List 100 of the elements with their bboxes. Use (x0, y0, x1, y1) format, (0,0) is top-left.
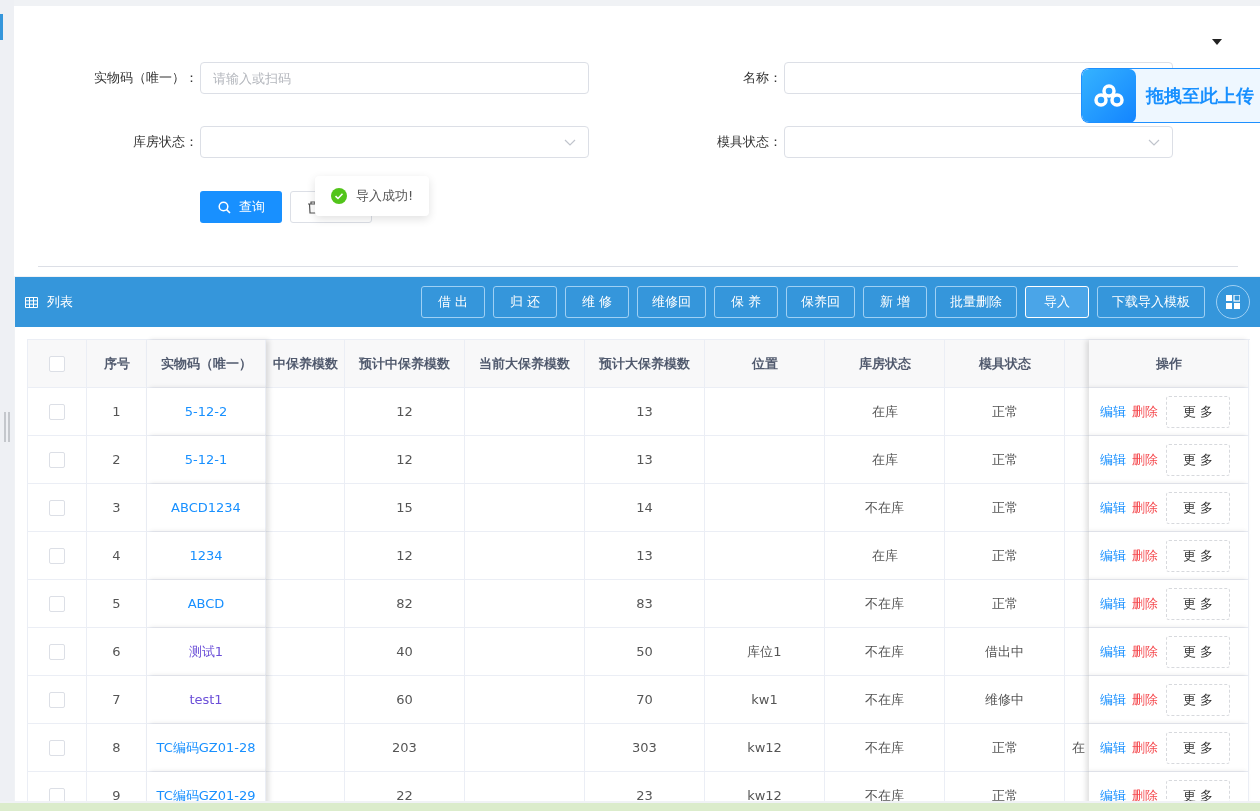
row-checkbox[interactable] (49, 547, 65, 564)
code-link[interactable]: TC编码GZ01-28 (156, 738, 256, 757)
code-link[interactable]: 5-12-1 (184, 452, 228, 467)
table-cell: 不在库 (825, 724, 945, 772)
delete-link[interactable]: 删除 (1132, 690, 1158, 709)
row-checkbox[interactable] (49, 595, 65, 612)
code-link[interactable]: 1234 (189, 548, 223, 563)
input-field[interactable]: 请输入或扫码 (200, 62, 589, 94)
delete-link[interactable]: 删除 (1132, 546, 1158, 565)
toolbar-button[interactable]: 维 修 (565, 286, 629, 318)
layout-button[interactable] (1216, 285, 1250, 319)
toolbar-button[interactable]: 保 养 (714, 286, 778, 318)
toolbar-button[interactable]: 导入 (1025, 286, 1089, 318)
table-cell: 不在库 (825, 580, 945, 628)
select-field[interactable] (784, 126, 1173, 158)
edit-link[interactable]: 编辑 (1100, 450, 1126, 469)
edit-link[interactable]: 编辑 (1100, 498, 1126, 517)
delete-link[interactable]: 删除 (1132, 738, 1158, 757)
table-cell: 13 (585, 532, 705, 580)
edit-link[interactable]: 编辑 (1100, 594, 1126, 613)
edit-link[interactable]: 编辑 (1100, 402, 1126, 421)
table-cell: 15 (345, 484, 465, 532)
grid-icon (1226, 295, 1240, 309)
table-cell: 1 (87, 388, 147, 436)
delete-link[interactable]: 删除 (1132, 594, 1158, 613)
more-button[interactable]: 更 多 (1166, 539, 1230, 572)
more-button[interactable]: 更 多 (1166, 731, 1230, 764)
table-cell: 正常 (945, 580, 1065, 628)
field-label: 模具状态： (716, 133, 783, 151)
edit-link[interactable]: 编辑 (1100, 546, 1126, 565)
table-cell: 60 (345, 676, 465, 724)
row-checkbox[interactable] (49, 451, 65, 468)
more-button[interactable]: 更 多 (1166, 635, 1230, 668)
table-cell: 2 (87, 436, 147, 484)
code-link[interactable]: test1 (189, 692, 223, 707)
table-cell: 4 (87, 532, 147, 580)
more-button[interactable]: 更 多 (1166, 491, 1230, 524)
delete-link[interactable]: 删除 (1132, 402, 1158, 421)
row-checkbox[interactable] (49, 691, 65, 708)
row-checkbox[interactable] (49, 403, 65, 420)
table-cell: 303 (585, 724, 705, 772)
table-cell: 7 (87, 676, 147, 724)
code-link[interactable]: ABCD (187, 596, 225, 611)
more-button[interactable]: 更 多 (1166, 683, 1230, 716)
column-header: 实物码（唯一） (147, 340, 266, 388)
sidebar-tab[interactable] (0, 14, 3, 40)
delete-link[interactable]: 删除 (1132, 786, 1158, 801)
column-header: 位置 (705, 340, 825, 388)
toolbar-button[interactable]: 归 还 (493, 286, 557, 318)
table-cell: 正常 (945, 532, 1065, 580)
select-field[interactable] (200, 126, 589, 158)
table-cell: 在库 (825, 388, 945, 436)
dropdown-caret-icon[interactable] (1212, 39, 1222, 45)
select-all-checkbox[interactable] (49, 355, 65, 372)
toolbar-button[interactable]: 下载导入模板 (1097, 286, 1205, 318)
table-cell: 83 (585, 580, 705, 628)
table-cell: 维修中 (945, 676, 1065, 724)
upload-dialog[interactable]: 拖拽至此上传 (1081, 68, 1260, 123)
toolbar-button[interactable]: 借 出 (421, 286, 485, 318)
more-button[interactable]: 更 多 (1166, 395, 1230, 428)
field-label: 名称： (742, 69, 783, 87)
more-button[interactable]: 更 多 (1166, 587, 1230, 620)
toolbar-button[interactable]: 批量删除 (935, 286, 1017, 318)
toolbar-button[interactable]: 保养回 (786, 286, 855, 318)
table-cell: 正常 (945, 436, 1065, 484)
row-checkbox[interactable] (49, 499, 65, 516)
table-cell: 3 (87, 484, 147, 532)
chevron-down-icon (1148, 138, 1160, 146)
code-link[interactable]: ABCD1234 (171, 500, 241, 515)
edit-link[interactable]: 编辑 (1100, 786, 1126, 801)
table-cell: 82 (345, 580, 465, 628)
code-link[interactable]: 测试1 (188, 642, 224, 661)
delete-link[interactable]: 删除 (1132, 498, 1158, 517)
table-cell: 12 (345, 436, 465, 484)
column-header: 当前大保养模数 (465, 340, 585, 388)
edit-link[interactable]: 编辑 (1100, 690, 1126, 709)
import-success-toast: 导入成功! (315, 176, 430, 216)
table-cell: 13 (585, 388, 705, 436)
row-checkbox[interactable] (49, 643, 65, 660)
edit-link[interactable]: 编辑 (1100, 738, 1126, 757)
table-cell: 8 (87, 724, 147, 772)
field-label: 实物码（唯一）： (93, 69, 199, 87)
code-link[interactable]: 5-12-2 (184, 404, 228, 419)
toolbar-button[interactable]: 维修回 (637, 286, 706, 318)
edit-link[interactable]: 编辑 (1100, 642, 1126, 661)
column-header: 序号 (87, 340, 147, 388)
resize-handle-icon[interactable] (4, 412, 10, 442)
table-cell: 正常 (945, 388, 1065, 436)
table-cell: 12 (345, 532, 465, 580)
row-checkbox[interactable] (49, 787, 65, 801)
more-button[interactable]: 更 多 (1166, 779, 1230, 801)
search-icon (217, 200, 231, 214)
more-button[interactable]: 更 多 (1166, 443, 1230, 476)
delete-link[interactable]: 删除 (1132, 642, 1158, 661)
toolbar-button[interactable]: 新 增 (863, 286, 927, 318)
delete-link[interactable]: 删除 (1132, 450, 1158, 469)
row-checkbox[interactable] (49, 739, 65, 756)
code-link[interactable]: TC编码GZ01-29 (156, 786, 256, 801)
chevron-down-icon (564, 138, 576, 146)
search-button[interactable]: 查询 (200, 191, 282, 223)
